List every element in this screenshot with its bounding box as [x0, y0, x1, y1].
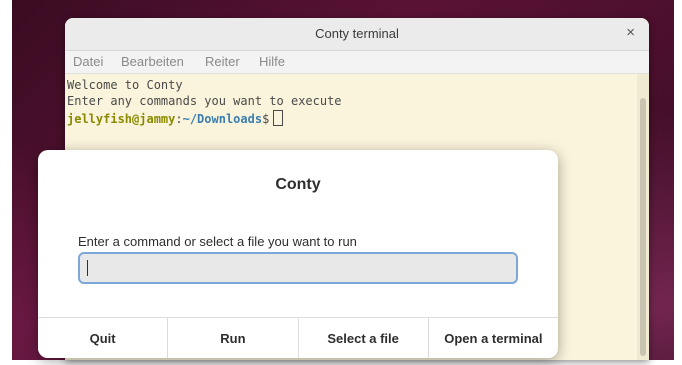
command-input-label: Enter a command or select a file you wan… [78, 234, 357, 249]
close-icon[interactable]: × [626, 24, 635, 41]
scrollbar-thumb[interactable] [640, 98, 646, 356]
terminal-scrollbar[interactable] [637, 74, 649, 360]
menu-bearbeiten[interactable]: Bearbeiten [121, 54, 184, 69]
terminal-titlebar[interactable]: Conty terminal × [65, 18, 649, 51]
terminal-prompt-line: jellyfish@jammy:~/Downloads$ [67, 110, 284, 126]
prompt-path: ~/Downloads [182, 112, 263, 126]
command-input[interactable] [78, 252, 518, 284]
conty-dialog: Conty Enter a command or select a file y… [38, 150, 558, 358]
prompt-dollar: $ [262, 112, 270, 126]
text-caret [87, 260, 88, 276]
prompt-colon: : [175, 112, 183, 126]
terminal-line: Welcome to Conty [67, 78, 183, 92]
dialog-title: Conty [275, 176, 321, 193]
menu-reiter[interactable]: Reiter [205, 54, 240, 69]
prompt-user-host: jellyfish@jammy [67, 112, 176, 126]
open-terminal-button[interactable]: Open a terminal [428, 318, 558, 358]
run-button[interactable]: Run [168, 318, 299, 358]
menu-hilfe[interactable]: Hilfe [259, 54, 285, 69]
quit-button[interactable]: Quit [38, 318, 169, 358]
terminal-title: Conty terminal [315, 26, 399, 41]
menu-datei[interactable]: Datei [73, 54, 103, 69]
terminal-line: Enter any commands you want to execute [67, 94, 342, 108]
terminal-cursor [273, 110, 284, 126]
desktop: Conty terminal × Datei Bearbeiten Reiter… [0, 0, 682, 365]
dialog-button-bar: Quit Run Select a file Open a terminal [38, 317, 558, 358]
terminal-menubar: Datei Bearbeiten Reiter Hilfe [65, 51, 649, 74]
select-file-button[interactable]: Select a file [298, 318, 429, 358]
